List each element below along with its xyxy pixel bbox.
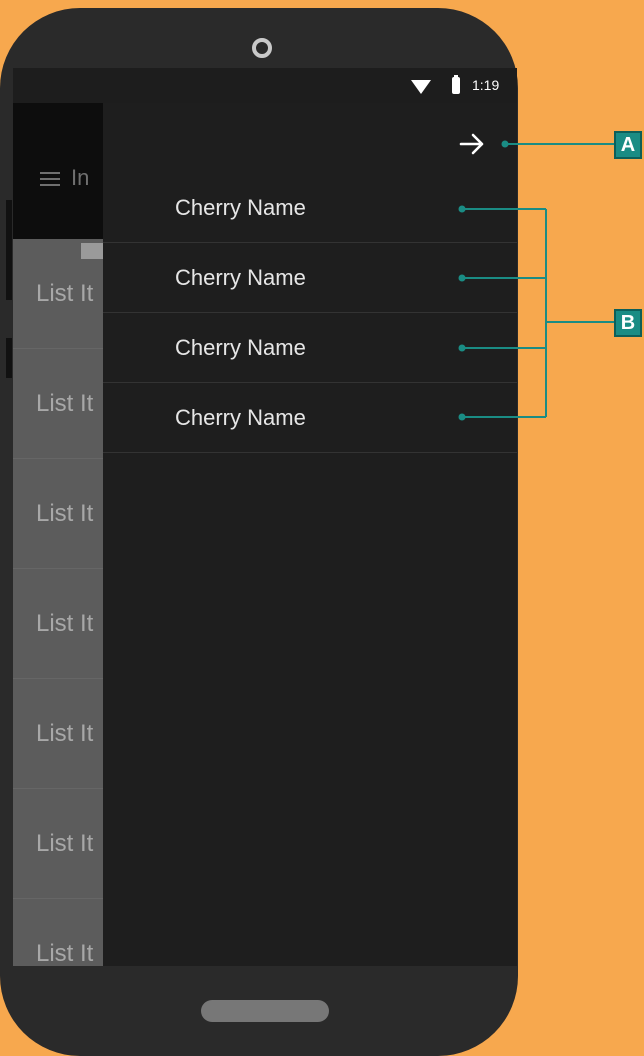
home-indicator[interactable] <box>201 1000 329 1022</box>
drawer-item[interactable]: Cherry Name <box>103 243 517 313</box>
status-bar: 1:19 <box>13 68 517 103</box>
battery-icon <box>452 75 460 94</box>
annotation-badge-b: B <box>614 309 642 337</box>
app-title: In <box>71 165 90 190</box>
screen: 1:19 In List It List It List It List It … <box>13 68 517 966</box>
annotation-badge-a: A <box>614 131 642 159</box>
navigation-drawer: Cherry Name Cherry Name Cherry Name Cher… <box>103 103 517 966</box>
drawer-item[interactable]: Cherry Name <box>103 313 517 383</box>
side-button-edge <box>6 338 12 378</box>
side-button-edge <box>6 200 12 300</box>
menu-icon[interactable] <box>40 172 60 186</box>
navigation-bar <box>13 966 517 1056</box>
drawer-item[interactable]: Cherry Name <box>103 173 517 243</box>
arrow-right-icon[interactable] <box>459 131 485 157</box>
camera-icon <box>252 38 272 58</box>
drawer-item[interactable]: Cherry Name <box>103 383 517 453</box>
wifi-icon <box>411 80 431 94</box>
drawer-list: Cherry Name Cherry Name Cherry Name Cher… <box>103 173 517 453</box>
status-time: 1:19 <box>472 77 500 93</box>
